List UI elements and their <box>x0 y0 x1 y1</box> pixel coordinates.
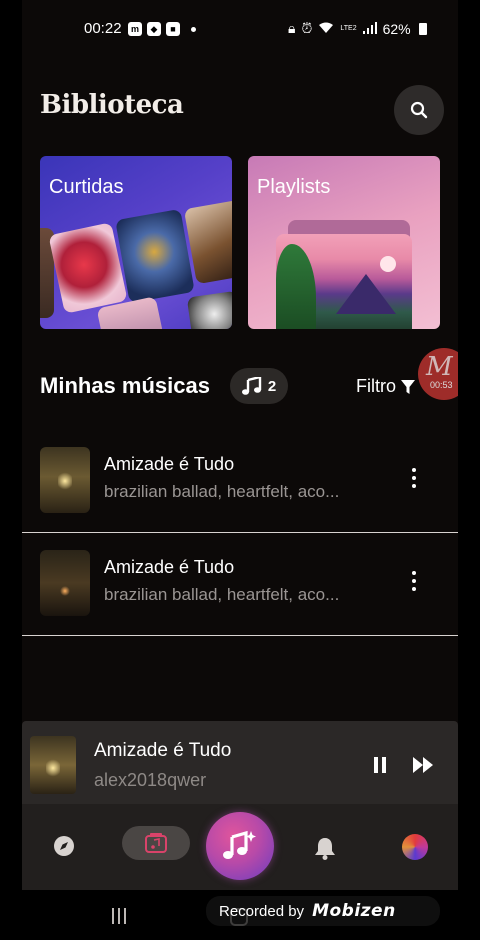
playlist-cover-art <box>276 234 412 329</box>
now-playing-title: Amizade é Tudo <box>94 740 232 761</box>
app-notification-icon: ■ <box>166 22 180 36</box>
song-count-badge: 2 <box>230 368 288 404</box>
liked-songs-card[interactable]: Curtidas <box>40 156 232 329</box>
recorder-timer: 00:53 <box>430 380 453 390</box>
filter-label: Filtro <box>356 376 396 396</box>
song-title: Amizade é Tudo <box>104 557 235 577</box>
sun-shape <box>380 256 396 272</box>
liked-art-strawberry <box>48 222 128 314</box>
song-description: brazilian ballad, heartfelt, aco... <box>104 482 340 501</box>
liked-art-face <box>186 290 232 329</box>
notification-icons: m ◆ ■ <box>128 22 196 36</box>
library-icon <box>145 833 167 853</box>
liked-art-portrait <box>115 208 195 304</box>
search-button[interactable] <box>394 85 444 135</box>
screen-recorder-badge[interactable]: M 00:53 <box>418 348 458 400</box>
row-divider <box>22 635 458 636</box>
now-playing-thumbnail <box>30 736 76 794</box>
bell-icon <box>315 838 335 860</box>
music-sparkle-icon <box>223 830 256 859</box>
song-row[interactable]: Amizade é Tudo brazilian ballad, heartfe… <box>22 533 458 635</box>
nav-explore[interactable] <box>52 834 76 863</box>
mobizen-notification-icon: m <box>128 22 142 36</box>
recorder-logo: M <box>426 352 453 382</box>
my-songs-heading: Minhas músicas <box>40 373 210 398</box>
recording-watermark: Recorded by Mobizen <box>206 896 440 926</box>
signal-icon <box>362 21 377 37</box>
song-row[interactable]: Amizade é Tudo brazilian ballad, heartfe… <box>22 430 458 532</box>
shield-notification-icon: ◆ <box>147 22 161 36</box>
search-icon <box>410 101 428 119</box>
nav-profile-avatar[interactable] <box>402 834 428 860</box>
lock-icon: 🔒︎ <box>288 20 296 36</box>
compass-icon <box>54 836 74 856</box>
filter-icon <box>401 379 415 394</box>
music-note-icon <box>241 377 262 395</box>
system-navigation-bar: Recorded by Mobizen <box>22 890 458 940</box>
alarm-icon: ⏰︎ <box>301 20 313 36</box>
song-count: 2 <box>267 377 277 395</box>
playlists-card-label: Playlists <box>257 176 331 198</box>
page-title: Biblioteca <box>40 90 184 120</box>
mountain-shape <box>336 274 396 314</box>
system-icons: 🔒︎ ⏰︎ LTE2 62% <box>288 20 427 37</box>
nav-notifications[interactable] <box>314 836 336 865</box>
forest-light <box>58 471 72 491</box>
wifi-icon <box>318 21 334 37</box>
nav-create-music[interactable] <box>206 812 274 880</box>
status-time: 00:22 <box>84 20 122 37</box>
battery-percent: 62% <box>382 20 411 37</box>
recents-button[interactable] <box>112 908 126 924</box>
forest-light <box>46 758 60 778</box>
song-thumbnail <box>40 550 90 616</box>
nav-library[interactable] <box>122 826 190 860</box>
song-thumbnail <box>40 447 90 513</box>
bottom-navigation <box>22 804 458 890</box>
network-type-label: LTE2 <box>340 25 357 32</box>
song-description: brazilian ballad, heartfelt, aco... <box>104 585 340 604</box>
more-options-icon[interactable] <box>408 466 420 490</box>
skip-forward-button[interactable] <box>412 756 434 774</box>
battery-icon <box>418 22 427 35</box>
watermark-brand: Mobizen <box>312 901 396 921</box>
more-notifications-dot-icon <box>191 27 196 32</box>
watermark-label: Recorded by <box>219 902 305 920</box>
lantern-light <box>60 586 70 596</box>
tree-shape <box>276 244 316 329</box>
liked-card-label: Curtidas <box>49 176 124 198</box>
more-options-icon[interactable] <box>408 569 420 593</box>
mini-player[interactable]: Amizade é Tudo alex2018qwer <box>22 721 458 804</box>
now-playing-artist: alex2018qwer <box>94 770 207 790</box>
app-screen: 00:22 m ◆ ■ 🔒︎ ⏰︎ LTE2 62% Biblioteca Cu… <box>22 0 458 940</box>
song-title: Amizade é Tudo <box>104 454 235 474</box>
status-bar: 00:22 m ◆ ■ 🔒︎ ⏰︎ LTE2 62% <box>22 14 458 42</box>
pause-button[interactable] <box>372 756 388 774</box>
playlists-card[interactable]: Playlists <box>248 156 440 329</box>
filter-button[interactable]: Filtro <box>356 376 416 397</box>
